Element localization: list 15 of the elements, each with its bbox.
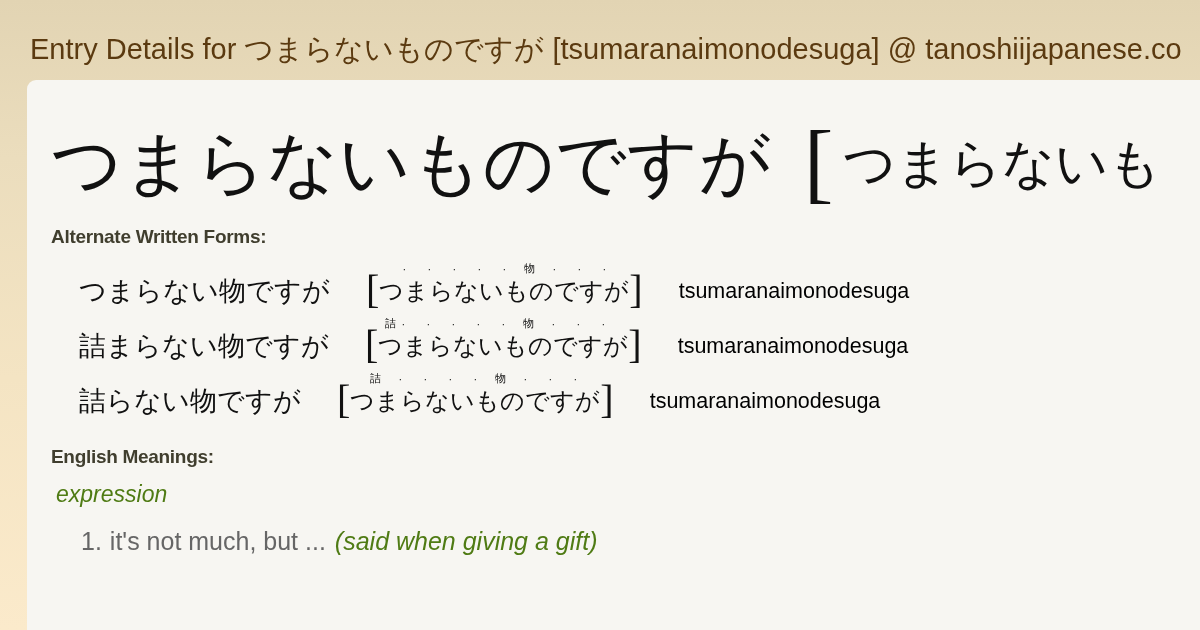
page-title: Entry Details for つまらないものですが [tsumaranaimonodesuga] @ tanoshiijapanese.co bbox=[30, 32, 1183, 66]
romaji-text: tsumaranaimonodesuga bbox=[677, 333, 909, 360]
written-form: 詰まらない物ですが bbox=[79, 331, 329, 361]
section-heading: English Meanings: bbox=[51, 446, 215, 468]
gloss-text: it's not much, but ... bbox=[109, 526, 326, 556]
entry-reading: [つまらないも bbox=[804, 118, 1162, 208]
romaji-text: tsumaranaimonodesuga bbox=[649, 388, 881, 415]
usage-note: (said when giving a gift) bbox=[334, 526, 598, 556]
written-form: 詰らない物ですが bbox=[79, 386, 301, 416]
part-of-speech: expression bbox=[56, 480, 169, 508]
sense-number: 1. bbox=[81, 526, 102, 556]
section-heading: Alternate Written Forms: bbox=[51, 226, 268, 248]
written-form: つまらない物ですが bbox=[79, 276, 330, 306]
entry-word: つまらないものですが bbox=[51, 121, 771, 206]
romaji-text: tsumaranaimonodesuga bbox=[678, 278, 910, 305]
